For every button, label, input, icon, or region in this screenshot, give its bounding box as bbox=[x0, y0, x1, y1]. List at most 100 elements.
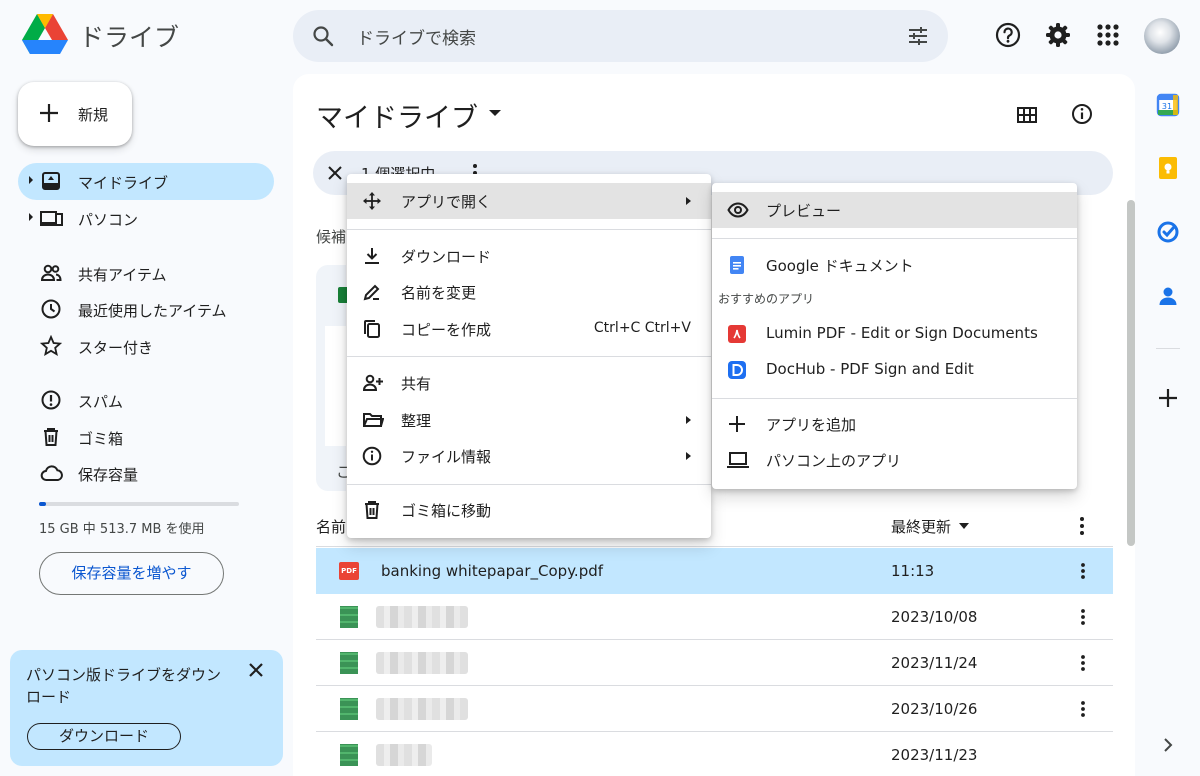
sidebar-item-computers[interactable]: パソコン bbox=[18, 200, 274, 237]
tasks-icon[interactable] bbox=[1156, 220, 1180, 244]
keep-icon[interactable] bbox=[1156, 156, 1180, 180]
get-more-storage-button[interactable]: 保存容量を増やす bbox=[39, 552, 224, 595]
search-options-icon[interactable] bbox=[906, 24, 930, 48]
storage-usage-text: 15 GB 中 513.7 MB を使用 bbox=[39, 522, 205, 537]
submenu-arrow-icon bbox=[686, 416, 691, 424]
sort-arrow-icon[interactable] bbox=[959, 523, 969, 529]
menu-item-copy[interactable]: コピーを作成 Ctrl+C Ctrl+V bbox=[347, 311, 711, 347]
expand-panel-chevron-icon[interactable] bbox=[1156, 733, 1180, 757]
trash-icon bbox=[362, 500, 382, 520]
menu-item-label: コピーを作成 bbox=[401, 321, 492, 339]
suggested-label: 候補 bbox=[316, 228, 347, 246]
menu-item-download[interactable]: ダウンロード bbox=[347, 238, 711, 274]
scrollbar[interactable] bbox=[1127, 200, 1135, 546]
menu-item-desktop-apps[interactable]: パソコン上のアプリ bbox=[712, 442, 1077, 478]
sidebar-item-my-drive[interactable]: マイドライブ bbox=[18, 163, 274, 200]
menu-item-lumin-pdf[interactable]: Lumin PDF - Edit or Sign Documents bbox=[712, 316, 1077, 352]
grid-view-icon[interactable] bbox=[1016, 104, 1038, 126]
menu-item-move-to-trash[interactable]: ゴミ箱に移動 bbox=[347, 492, 711, 528]
file-modified: 2023/10/26 bbox=[891, 700, 978, 718]
sidebar-item-trash[interactable]: ゴミ箱 bbox=[18, 419, 274, 456]
column-header-modified[interactable]: 最終更新 bbox=[891, 516, 951, 537]
row-more-icon[interactable] bbox=[1073, 653, 1093, 673]
search-input[interactable]: ドライブで検索 bbox=[357, 24, 476, 49]
menu-item-dochub[interactable]: DocHub - PDF Sign and Edit bbox=[712, 352, 1077, 388]
column-options-icon[interactable] bbox=[1072, 514, 1092, 538]
eye-icon bbox=[727, 200, 749, 220]
menu-item-label: ファイル情報 bbox=[401, 448, 492, 466]
sidebar-item-starred[interactable]: スター付き bbox=[18, 328, 274, 365]
row-more-icon[interactable] bbox=[1073, 607, 1093, 627]
search-icon[interactable] bbox=[311, 24, 335, 48]
close-icon[interactable] bbox=[246, 660, 266, 680]
new-button[interactable]: 新規 bbox=[18, 82, 132, 146]
spam-icon bbox=[40, 389, 62, 411]
menu-item-file-info[interactable]: ファイル情報 bbox=[347, 438, 711, 474]
expand-caret-icon[interactable] bbox=[29, 213, 33, 221]
account-avatar[interactable] bbox=[1144, 18, 1180, 54]
menu-item-label: Lumin PDF - Edit or Sign Documents bbox=[766, 324, 1038, 342]
cloud-icon bbox=[40, 462, 64, 484]
page-title[interactable]: マイドライブ bbox=[316, 96, 478, 135]
menu-item-rename[interactable]: 名前を変更 bbox=[347, 274, 711, 310]
sidebar-item-storage[interactable]: 保存容量 bbox=[18, 455, 274, 492]
menu-item-label: DocHub - PDF Sign and Edit bbox=[766, 360, 974, 378]
info-icon bbox=[362, 446, 382, 466]
sidebar-item-label: スパム bbox=[78, 393, 124, 411]
desktop-download-promo: パソコン版ドライブをダウンロード ダウンロード bbox=[10, 650, 283, 766]
sidebar-item-label: マイドライブ bbox=[78, 174, 169, 192]
search-bar[interactable]: ドライブで検索 bbox=[293, 10, 948, 62]
plus-icon bbox=[38, 102, 60, 124]
help-icon[interactable] bbox=[994, 21, 1022, 49]
drive-logo-icon[interactable] bbox=[22, 14, 68, 56]
clear-selection-icon[interactable] bbox=[325, 163, 345, 183]
settings-gear-icon[interactable] bbox=[1044, 21, 1072, 49]
sheets-file-icon bbox=[340, 744, 358, 766]
trash-icon bbox=[40, 426, 62, 448]
menu-item-label: アプリを追加 bbox=[766, 416, 857, 434]
divider bbox=[712, 398, 1077, 399]
file-modified: 11:13 bbox=[891, 562, 935, 580]
add-addon-plus-icon[interactable] bbox=[1156, 386, 1180, 410]
menu-item-label: 共有 bbox=[401, 375, 432, 393]
shortcut-text: Ctrl+C Ctrl+V bbox=[593, 320, 691, 336]
sidebar-item-label: 共有アイテム bbox=[78, 266, 167, 284]
table-row[interactable]: 2023/10/08 bbox=[316, 594, 1113, 640]
row-more-icon[interactable] bbox=[1073, 699, 1093, 719]
expand-caret-icon[interactable] bbox=[29, 176, 33, 184]
redacted-file-name bbox=[376, 698, 468, 720]
calendar-icon[interactable]: 31 bbox=[1156, 93, 1180, 117]
menu-item-google-docs[interactable]: Google ドキュメント bbox=[712, 247, 1077, 283]
table-row[interactable]: 2023/11/24 bbox=[316, 640, 1113, 686]
apps-grid-icon[interactable] bbox=[1094, 21, 1122, 49]
laptop-icon bbox=[727, 450, 749, 470]
table-row[interactable]: 2023/11/23 bbox=[316, 732, 1113, 776]
contacts-icon[interactable] bbox=[1156, 284, 1180, 308]
card-thumbnail bbox=[325, 326, 347, 446]
info-icon[interactable] bbox=[1071, 103, 1093, 125]
sidebar-item-spam[interactable]: スパム bbox=[18, 382, 274, 419]
menu-item-open-with[interactable]: アプリで開く bbox=[347, 183, 711, 219]
row-more-icon[interactable] bbox=[1073, 561, 1093, 581]
table-row[interactable]: PDF banking whitepapar_Copy.pdf 11:13 bbox=[316, 548, 1113, 594]
menu-item-label: パソコン上のアプリ bbox=[766, 452, 902, 470]
table-row[interactable]: 2023/10/26 bbox=[316, 686, 1113, 732]
sidebar-item-recent[interactable]: 最近使用したアイテム bbox=[18, 291, 274, 328]
menu-item-preview[interactable]: プレビュー bbox=[712, 192, 1077, 228]
sidebar-item-shared[interactable]: 共有アイテム bbox=[18, 255, 274, 292]
menu-item-share[interactable]: 共有 bbox=[347, 365, 711, 401]
title-dropdown-icon[interactable] bbox=[489, 110, 501, 116]
column-header-name[interactable]: 名前 bbox=[316, 516, 346, 537]
copy-icon bbox=[362, 319, 382, 339]
redacted-file-name bbox=[376, 652, 468, 674]
submenu-arrow-icon bbox=[686, 452, 691, 460]
sheets-file-icon bbox=[340, 698, 358, 720]
sidebar-item-label: 最近使用したアイテム bbox=[78, 302, 227, 320]
download-button[interactable]: ダウンロード bbox=[27, 723, 181, 750]
menu-item-organize[interactable]: 整理 bbox=[347, 402, 711, 438]
menu-item-add-app[interactable]: アプリを追加 bbox=[712, 406, 1077, 442]
brand-title[interactable]: ドライブ bbox=[79, 18, 179, 54]
suggested-apps-header: おすすめのアプリ bbox=[718, 292, 815, 306]
redacted-file-name bbox=[376, 744, 432, 766]
open-with-submenu: プレビュー Google ドキュメント おすすめのアプリ Lumin PDF -… bbox=[712, 183, 1077, 489]
